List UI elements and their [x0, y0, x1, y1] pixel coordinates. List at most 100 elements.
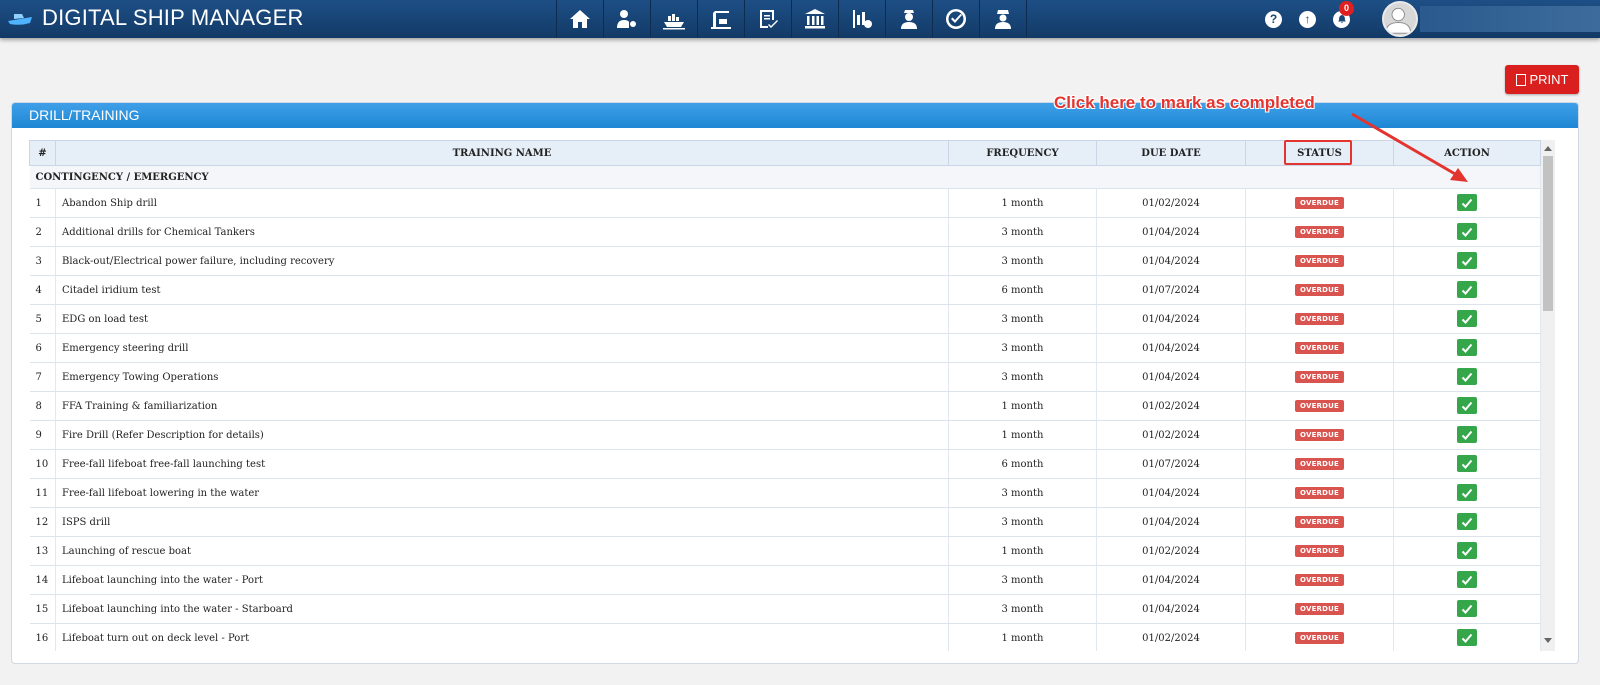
frequency: 3 month: [948, 362, 1097, 392]
due-date: 01/04/2024: [1096, 217, 1246, 247]
status-cell: OVERDUE: [1245, 449, 1394, 479]
table-row[interactable]: 13 Launching of rescue boat 1 month 01/02/2…: [29, 536, 1541, 566]
frequency: 3 month: [948, 246, 1097, 276]
mark-completed-button[interactable]: [1457, 281, 1477, 299]
scroll-down-arrow-icon[interactable]: [1544, 638, 1552, 643]
brand[interactable]: DIGITAL SHIP MANAGER: [6, 2, 304, 34]
mark-completed-button[interactable]: [1457, 252, 1477, 270]
table-scrollbar[interactable]: [1541, 140, 1555, 651]
mark-completed-button[interactable]: [1457, 629, 1477, 647]
help-icon[interactable]: ?: [1265, 10, 1282, 28]
status-cell: OVERDUE: [1245, 623, 1394, 651]
header-frequency[interactable]: FREQUENCY: [948, 140, 1097, 166]
mark-completed-button[interactable]: [1457, 397, 1477, 415]
user-settings-icon: [617, 10, 636, 28]
row-index: 2: [29, 217, 56, 247]
notification-bell-icon[interactable]: 0: [1333, 0, 1354, 28]
nav-bank[interactable]: [792, 0, 839, 38]
table-row[interactable]: 14 Lifeboat launching into the water - Po…: [29, 565, 1541, 595]
user-info-strip[interactable]: [1420, 6, 1600, 32]
scroll-up-arrow-icon[interactable]: [1544, 146, 1552, 151]
table-row[interactable]: 16 Lifeboat turn out on deck level - Port…: [29, 623, 1541, 651]
table-row[interactable]: 3 Black-out/Electrical power failure, inc…: [29, 246, 1541, 276]
header-training-name[interactable]: TRAINING NAME: [55, 140, 949, 166]
training-name: Black-out/Electrical power failure, incl…: [55, 246, 949, 276]
bank-icon: [805, 9, 825, 29]
status-badge: OVERDUE: [1294, 400, 1345, 412]
report-icon: [853, 10, 872, 28]
status-badge: OVERDUE: [1294, 516, 1345, 528]
table-row[interactable]: 6 Emergency steering drill 3 month 01/04/20…: [29, 333, 1541, 363]
check-icon: [1461, 256, 1473, 266]
table-row[interactable]: 5 EDG on load test 3 month 01/04/2024 OVERDU…: [29, 304, 1541, 334]
officer-icon: [995, 10, 1011, 29]
status-badge: OVERDUE: [1294, 487, 1345, 499]
training-table-container[interactable]: # TRAINING NAME FREQUENCY DUE DATE STATU…: [29, 140, 1567, 651]
nav-checklist[interactable]: [933, 0, 980, 38]
status-badge: OVERDUE: [1294, 458, 1345, 470]
nav-ship[interactable]: [651, 0, 698, 38]
header-due-date[interactable]: DUE DATE: [1096, 140, 1246, 166]
training-name: Fire Drill (Refer Description for detail…: [55, 420, 949, 450]
mark-completed-button[interactable]: [1457, 426, 1477, 444]
status-cell: OVERDUE: [1245, 275, 1394, 305]
check-icon: [1461, 633, 1473, 643]
table-row[interactable]: 8 FFA Training & familiarization 1 month 01…: [29, 391, 1541, 421]
nav-certificates[interactable]: [745, 0, 792, 38]
mark-completed-button[interactable]: [1457, 310, 1477, 328]
status-cell: OVERDUE: [1245, 246, 1394, 276]
nav-reports[interactable]: [839, 0, 886, 38]
table-row[interactable]: 10 Free-fall lifeboat free-fall launching…: [29, 449, 1541, 479]
user-avatar[interactable]: [1382, 1, 1418, 37]
nav-home[interactable]: [557, 0, 604, 38]
action-cell: [1393, 623, 1541, 651]
frequency: 1 month: [948, 391, 1097, 421]
frequency: 1 month: [948, 623, 1097, 651]
check-icon: [1461, 430, 1473, 440]
print-button[interactable]: PRINT: [1505, 65, 1579, 94]
status-highlight-box: [1284, 140, 1352, 165]
nav-officer[interactable]: [980, 0, 1027, 38]
mark-completed-button[interactable]: [1457, 484, 1477, 502]
training-name: Additional drills for Chemical Tankers: [55, 217, 949, 247]
row-index: 10: [29, 449, 56, 479]
mark-completed-button[interactable]: [1457, 339, 1477, 357]
mark-completed-button[interactable]: [1457, 513, 1477, 531]
nav-port[interactable]: [698, 0, 745, 38]
status-badge: OVERDUE: [1294, 284, 1345, 296]
frequency: 3 month: [948, 507, 1097, 537]
frequency: 1 month: [948, 188, 1097, 218]
scroll-thumb[interactable]: [1543, 156, 1553, 311]
mark-completed-button[interactable]: [1457, 600, 1477, 618]
table-row[interactable]: 1 Abandon Ship drill 1 month 01/02/2024 OVER…: [29, 188, 1541, 218]
checklist-icon: [946, 9, 966, 29]
nav-crew[interactable]: [886, 0, 933, 38]
action-cell: [1393, 362, 1541, 392]
upload-icon[interactable]: ↑: [1299, 10, 1316, 28]
nav-user-settings[interactable]: [604, 0, 651, 38]
group-row: CONTINGENCY / EMERGENCY: [29, 165, 1541, 189]
due-date: 01/02/2024: [1096, 188, 1246, 218]
action-cell: [1393, 536, 1541, 566]
mark-completed-button[interactable]: [1457, 223, 1477, 241]
table-row[interactable]: 12 ISPS drill 3 month 01/04/2024 OVERDUE: [29, 507, 1541, 537]
action-cell: [1393, 565, 1541, 595]
status-cell: OVERDUE: [1245, 333, 1394, 363]
due-date: 01/07/2024: [1096, 449, 1246, 479]
table-row[interactable]: 9 Fire Drill (Refer Description for detai…: [29, 420, 1541, 450]
mark-completed-button[interactable]: [1457, 542, 1477, 560]
table-row[interactable]: 2 Additional drills for Chemical Tankers 3…: [29, 217, 1541, 247]
check-icon: [1461, 459, 1473, 469]
table-row[interactable]: 15 Lifeboat launching into the water - St…: [29, 594, 1541, 624]
due-date: 01/02/2024: [1096, 420, 1246, 450]
table-row[interactable]: 11 Free-fall lifeboat lowering in the wat…: [29, 478, 1541, 508]
check-icon: [1461, 314, 1473, 324]
mark-completed-button[interactable]: [1457, 571, 1477, 589]
mark-completed-button[interactable]: [1457, 455, 1477, 473]
mark-completed-button[interactable]: [1457, 194, 1477, 212]
table-row[interactable]: 7 Emergency Towing Operations 3 month 01/04…: [29, 362, 1541, 392]
due-date: 01/02/2024: [1096, 391, 1246, 421]
table-row[interactable]: 4 Citadel iridium test 6 month 01/07/2024 OV…: [29, 275, 1541, 305]
training-name: Free-fall lifeboat free-fall launching t…: [55, 449, 949, 479]
mark-completed-button[interactable]: [1457, 368, 1477, 386]
